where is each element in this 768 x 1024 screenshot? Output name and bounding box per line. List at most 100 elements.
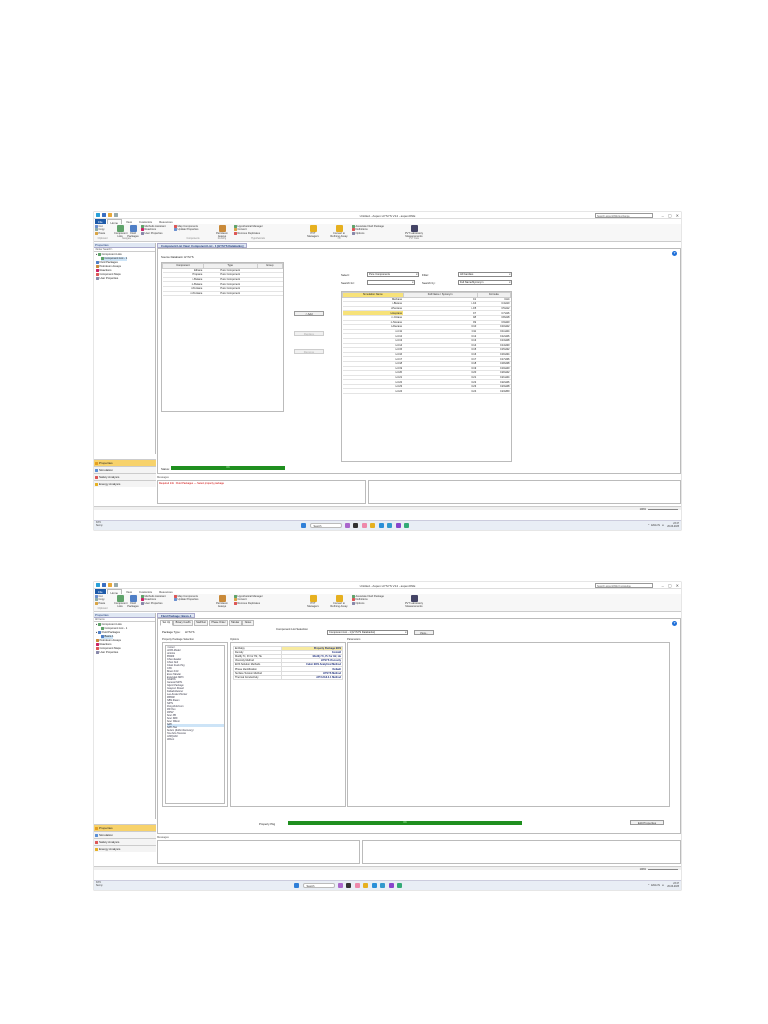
nav-properties[interactable]: Properties (94, 459, 156, 466)
minimize-button[interactable]: – (662, 583, 664, 588)
table-row[interactable]: n-Pentane Pure Component (162, 291, 283, 297)
user-properties-button[interactable]: User Properties (141, 231, 173, 235)
table-row[interactable]: n-C24 C24 C24H50 (342, 388, 511, 395)
maximize-button[interactable]: ▢ (668, 213, 672, 218)
app-icon[interactable] (354, 883, 360, 888)
messages-panel: Required Info : Fluid Packages — Select … (157, 480, 366, 504)
paste-button[interactable]: Paste (95, 231, 110, 235)
maximize-button[interactable]: ▢ (668, 583, 672, 588)
nav-energy-analysis[interactable]: Energy Analysis (94, 480, 156, 487)
app-icon[interactable] (353, 523, 358, 528)
file-explorer-icon[interactable] (370, 523, 375, 528)
convert-refining-assay-button[interactable]: Convert to Refining Assay (328, 595, 350, 611)
pvt-managers-button[interactable]: PVT Managers (306, 595, 320, 611)
tree-item-user-properties[interactable]: User Properties (96, 651, 153, 655)
edge-icon[interactable] (378, 523, 384, 528)
nav-properties[interactable]: Properties (94, 824, 156, 831)
minimize-button[interactable]: – (662, 213, 664, 218)
tab-binary-coeffs[interactable]: Binary Coeffs (173, 620, 194, 626)
fluid-packages-button[interactable]: Fluid Packages (127, 595, 139, 611)
ribbon: Cut Copy Paste Clipboard Component Lists… (94, 224, 681, 242)
app-icon[interactable] (387, 523, 392, 528)
pvt-laboratory-button[interactable]: PVT Laboratory Measurements PVT Data (400, 225, 428, 241)
app-icon[interactable] (361, 523, 367, 528)
tab-notes[interactable]: Notes (242, 620, 254, 626)
pvt-laboratory-button[interactable]: PVT Laboratory Measurements (400, 595, 428, 611)
component-lists-button[interactable]: Component Lists (114, 595, 127, 611)
windows-start-icon[interactable] (294, 883, 299, 888)
option-row[interactable]: Thermal Conductivity API 12A3.2-1 Method (232, 674, 343, 680)
app-icon[interactable] (344, 523, 350, 528)
nav-safety-analysis[interactable]: Safety Analysis (94, 473, 156, 480)
petroleum-assays-button[interactable]: Petroleum Assays (214, 595, 230, 611)
update-properties-button[interactable]: Update Properties (174, 228, 212, 232)
properties-icon (95, 827, 98, 830)
view-button[interactable]: View... (414, 630, 434, 635)
app-icon[interactable] (388, 883, 394, 888)
taskbar-search[interactable]: Search (309, 523, 342, 528)
type-cell: Pure Component (203, 291, 258, 297)
nav-simulation[interactable]: Simulation (94, 831, 156, 838)
pvt-managers-button[interactable]: PVT Managers (306, 225, 320, 241)
select-combo[interactable]: Pure Components (367, 272, 419, 277)
property-package-option[interactable]: Wilson (167, 738, 224, 742)
lang-indicator[interactable]: ENG IN (651, 524, 660, 527)
hysys-taskbar-icon[interactable] (397, 883, 402, 888)
taskbar-clock[interactable]: 23:47 26-03-2025 (667, 523, 679, 529)
search-knowledge-input[interactable]: Search aspenONE Exchange (595, 213, 653, 218)
replace-button[interactable]: Replace (294, 331, 324, 336)
wifi-icon[interactable]: ≋ (662, 524, 664, 527)
chevron-up-icon[interactable]: ^ (648, 524, 649, 527)
lang-indicator[interactable]: ENG IN (651, 884, 660, 887)
remove-button[interactable]: Remove (294, 349, 324, 354)
component-list-combo[interactable]: Component List - 1 [HYSYS Databanks] (327, 630, 408, 635)
option-value[interactable]: API 12A3.2-1 Method (281, 674, 343, 680)
update-properties-button[interactable]: Update Properties (174, 598, 212, 602)
taskbar-clock[interactable]: 23:47 26-03-2025 (667, 883, 679, 889)
close-button[interactable]: ✕ (676, 583, 679, 588)
add-button[interactable]: < Add (294, 311, 324, 316)
remove-duplicates-button[interactable]: Remove Duplicates (234, 231, 282, 235)
window-title: Untitled - Aspen HYSYS V14 - aspenONE (359, 584, 416, 588)
edit-properties-button[interactable]: Edit Properties (630, 820, 664, 825)
tab-set-up[interactable]: Set Up (160, 620, 173, 626)
zoom-slider[interactable] (648, 868, 678, 870)
convert-refining-assay-button[interactable]: Convert to Refining Assay Oil (328, 225, 350, 241)
tab-stabtest[interactable]: StabTest (193, 620, 209, 626)
filter-combo[interactable]: All Families (458, 272, 512, 277)
app-icon[interactable] (380, 883, 385, 888)
search-for-input[interactable] (367, 280, 415, 285)
tree-item-user-properties[interactable]: User Properties (96, 277, 153, 281)
remove-duplicates-button[interactable]: Remove Duplicates (234, 601, 282, 605)
weather-widget[interactable]: 34°C Sunny (96, 882, 103, 888)
weather-widget[interactable]: 34°C Sunny (96, 522, 103, 528)
search-by-combo[interactable]: Full Name/Synonym (458, 280, 512, 285)
taskbar-search[interactable]: Search (302, 883, 335, 888)
app-icon[interactable] (337, 883, 343, 888)
nav-simulation[interactable]: Simulation (94, 466, 156, 473)
tab-phase-order[interactable]: Phase Order (208, 620, 229, 626)
hysys-taskbar-icon[interactable] (404, 523, 409, 528)
options-button[interactable]: Options (352, 231, 396, 235)
close-button[interactable]: ✕ (676, 213, 679, 218)
options-button[interactable]: Options (352, 601, 396, 605)
nav-energy-analysis[interactable]: Energy Analysis (94, 845, 156, 852)
component-list-selection-label: Component List Selection (276, 627, 308, 631)
search-knowledge-input[interactable]: Search aspenONE Knowledge (595, 583, 653, 588)
help-icon[interactable]: ? (672, 621, 677, 626)
app-icon[interactable] (395, 523, 401, 528)
wifi-icon[interactable]: ≋ (662, 884, 664, 887)
file-explorer-icon[interactable] (363, 883, 368, 888)
zoom-slider[interactable] (648, 508, 678, 510)
paste-button[interactable]: Paste (95, 601, 110, 605)
user-properties-button[interactable]: User Properties (141, 601, 173, 605)
help-icon[interactable]: ? (672, 251, 677, 256)
petroleum-assays-button[interactable]: Petroleum Assays Refining (214, 225, 230, 241)
windows-start-icon[interactable] (301, 523, 306, 528)
app-icon[interactable] (346, 883, 351, 888)
chevron-up-icon[interactable]: ^ (648, 884, 649, 887)
property-package-list[interactable]: <none> ACPA Model Antoine BWRS Chao-Seader Ch… (165, 645, 225, 804)
tab-tabular[interactable]: Tabular (228, 620, 242, 626)
nav-safety-analysis[interactable]: Safety Analysis (94, 838, 156, 845)
edge-icon[interactable] (371, 883, 377, 888)
